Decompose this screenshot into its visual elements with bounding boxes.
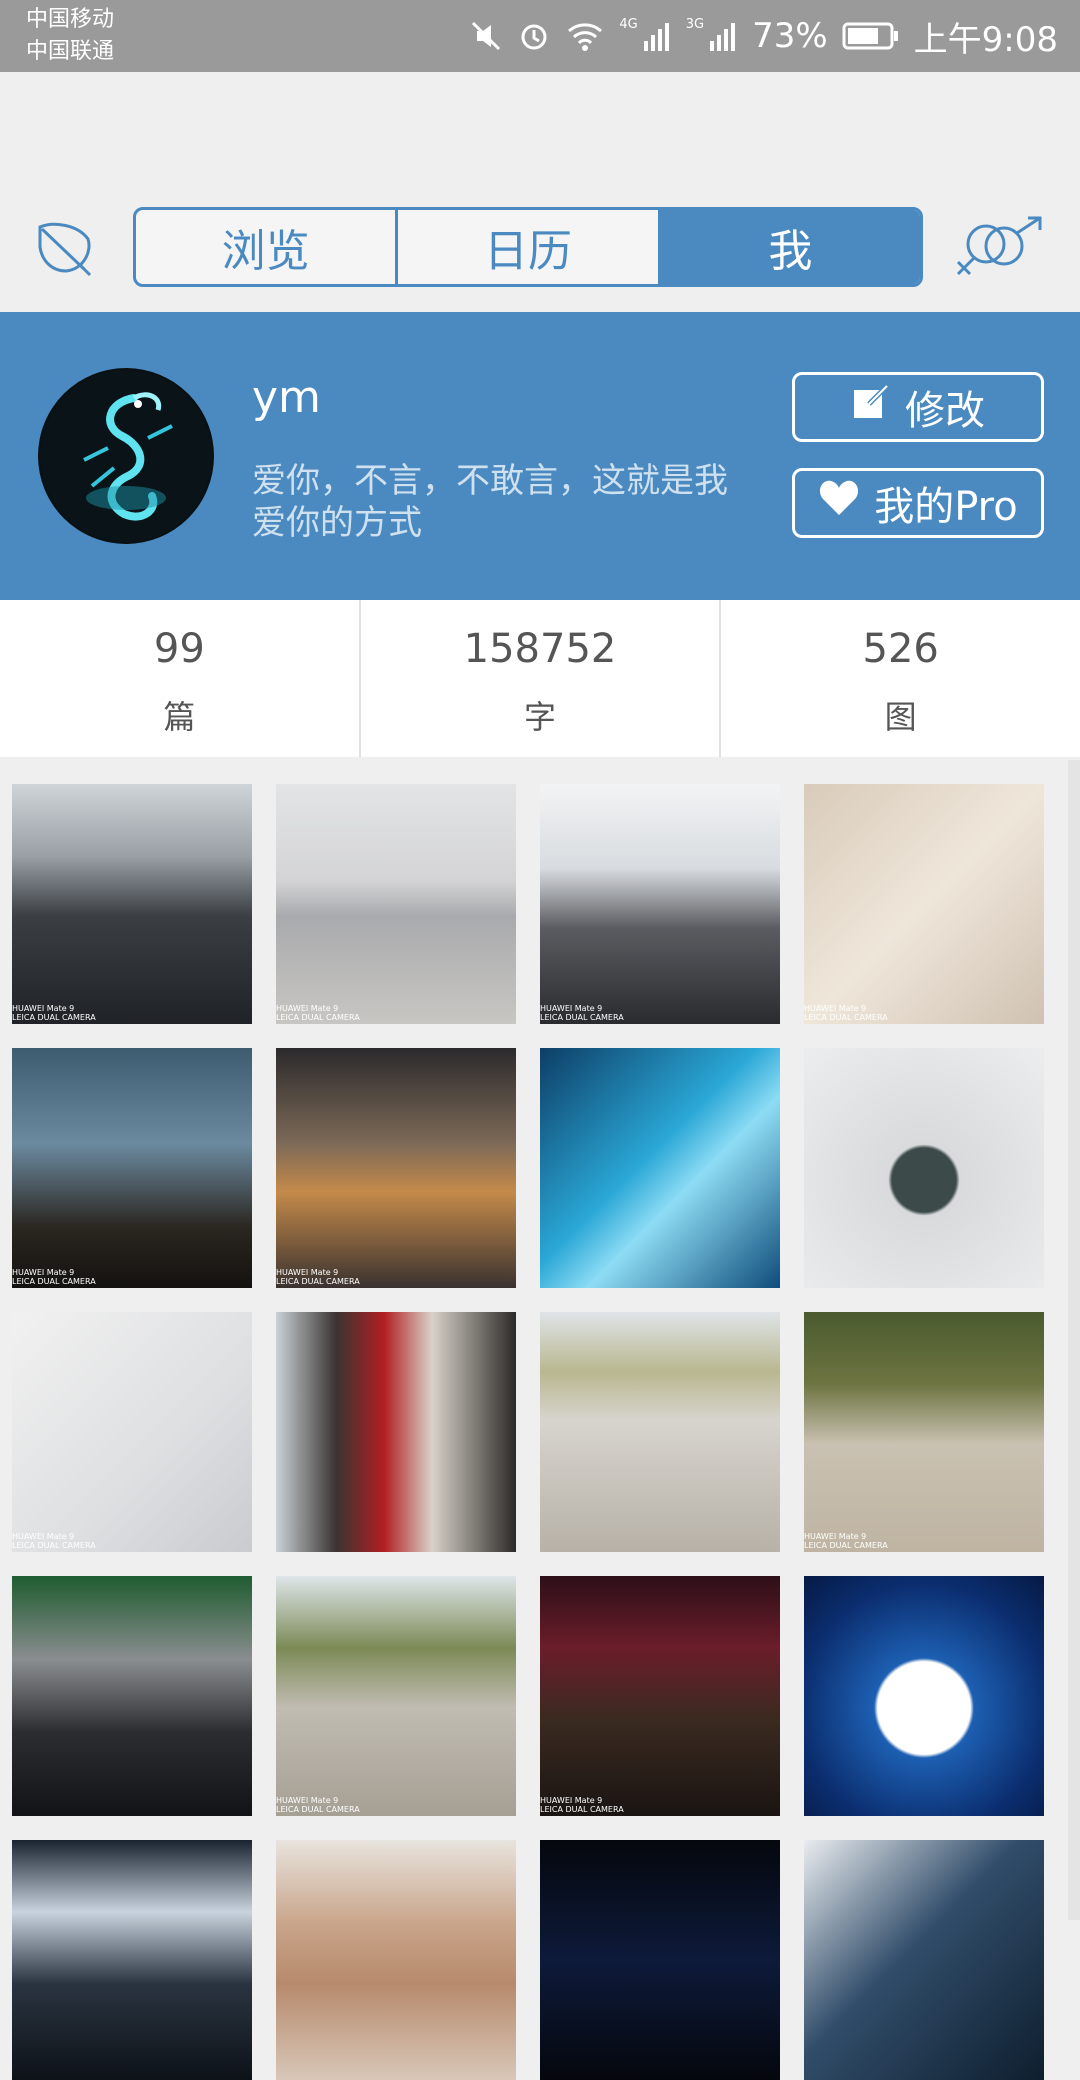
tab-browse[interactable]: 浏览	[136, 210, 399, 284]
photo-caption: HUAWEI Mate 9 LEICA DUAL CAMERA	[276, 1004, 360, 1022]
heart-icon	[818, 479, 860, 527]
photo-thumbnail[interactable]	[276, 1312, 516, 1552]
signal-icon	[642, 19, 672, 53]
photo-thumbnail[interactable]	[804, 1840, 1044, 2080]
user-bio: 爱你，不言，不敢言，这就是我爱你的方式	[252, 461, 728, 543]
photo-caption: HUAWEI Mate 9 LEICA DUAL CAMERA	[540, 1796, 624, 1814]
photo-caption: HUAWEI Mate 9 LEICA DUAL CAMERA	[804, 1532, 888, 1550]
stat-words[interactable]: 158752 字	[361, 600, 722, 757]
edit-label: 修改	[905, 388, 985, 434]
photo-thumbnail[interactable]: HUAWEI Mate 9 LEICA DUAL CAMERA	[276, 1576, 516, 1816]
photo-thumbnail[interactable]: HUAWEI Mate 9 LEICA DUAL CAMERA	[12, 1048, 252, 1288]
photo-thumbnail[interactable]: HUAWEI Mate 9 LEICA DUAL CAMERA	[540, 1576, 780, 1816]
clock: 上午9:08	[913, 19, 1058, 60]
stat-posts[interactable]: 99 篇	[0, 600, 361, 757]
status-bar: 中国移动 中国联通 4G 3G 73% 上午9:08	[0, 0, 1080, 72]
carrier-2: 中国联通	[26, 39, 115, 64]
photo-thumbnail[interactable]	[276, 1840, 516, 2080]
stat-label: 字	[524, 698, 557, 736]
photo-caption: HUAWEI Mate 9 LEICA DUAL CAMERA	[12, 1004, 96, 1022]
network-type-1: 4G	[619, 16, 638, 32]
battery-icon	[842, 21, 900, 51]
photo-caption: HUAWEI Mate 9 LEICA DUAL CAMERA	[276, 1268, 360, 1286]
alarm-icon	[517, 19, 551, 53]
status-icons: 4G 3G 73% 上午9:08	[469, 0, 1058, 72]
gender-icon[interactable]	[952, 214, 1048, 284]
photo-caption: HUAWEI Mate 9 LEICA DUAL CAMERA	[12, 1268, 96, 1286]
stat-value: 158752	[463, 626, 617, 672]
photo-thumbnail[interactable]: HUAWEI Mate 9 LEICA DUAL CAMERA	[12, 1312, 252, 1552]
stat-value: 526	[862, 626, 939, 672]
stat-label: 篇	[163, 698, 196, 736]
photo-caption: HUAWEI Mate 9 LEICA DUAL CAMERA	[804, 1004, 888, 1022]
photo-thumbnail[interactable]	[12, 1576, 252, 1816]
photo-thumbnail[interactable]: HUAWEI Mate 9 LEICA DUAL CAMERA	[540, 784, 780, 1024]
my-pro-button[interactable]: 我的Pro	[792, 468, 1044, 538]
stat-label: 图	[884, 698, 917, 736]
photo-thumbnail[interactable]	[804, 1576, 1044, 1816]
top-navigation: 浏览 日历 我	[0, 72, 1080, 312]
edit-profile-button[interactable]: 修改	[792, 372, 1044, 442]
leaf-icon[interactable]	[34, 217, 96, 281]
pro-label: 我的Pro	[874, 484, 1018, 530]
photo-caption: HUAWEI Mate 9 LEICA DUAL CAMERA	[540, 1004, 624, 1022]
wifi-icon	[565, 19, 605, 53]
stat-value: 99	[153, 626, 205, 672]
photo-thumbnail[interactable]: HUAWEI Mate 9 LEICA DUAL CAMERA	[276, 784, 516, 1024]
photo-thumbnail[interactable]	[12, 1840, 252, 2080]
mute-icon	[469, 19, 503, 53]
edit-icon	[851, 382, 891, 432]
photo-thumbnail[interactable]	[804, 1048, 1044, 1288]
photo-thumbnail[interactable]: HUAWEI Mate 9 LEICA DUAL CAMERA	[12, 784, 252, 1024]
photo-thumbnail[interactable]: HUAWEI Mate 9 LEICA DUAL CAMERA	[804, 784, 1044, 1024]
photo-thumbnail[interactable]: HUAWEI Mate 9 LEICA DUAL CAMERA	[276, 1048, 516, 1288]
tab-me[interactable]: 我	[660, 210, 920, 284]
view-switcher: 浏览 日历 我	[133, 207, 923, 287]
photo-caption: HUAWEI Mate 9 LEICA DUAL CAMERA	[12, 1532, 96, 1550]
avatar[interactable]	[38, 368, 214, 544]
username: ym	[252, 372, 321, 423]
stat-images[interactable]: 526 图	[721, 600, 1080, 757]
stats-bar: 99 篇 158752 字 526 图	[0, 600, 1080, 757]
photo-thumbnail[interactable]	[540, 1312, 780, 1552]
signal-icon-2	[708, 19, 738, 53]
tab-calendar[interactable]: 日历	[398, 210, 661, 284]
battery-percent: 73%	[752, 16, 828, 56]
photo-thumbnail[interactable]	[540, 1840, 780, 2080]
network-type-2: 3G	[685, 16, 705, 32]
carrier-1: 中国移动	[26, 7, 115, 32]
photo-thumbnail[interactable]	[540, 1048, 780, 1288]
profile-header: ym 爱你，不言，不敢言，这就是我爱你的方式 修改 我的Pro	[0, 312, 1080, 600]
photo-thumbnail[interactable]: HUAWEI Mate 9 LEICA DUAL CAMERA	[804, 1312, 1044, 1552]
photo-caption: HUAWEI Mate 9 LEICA DUAL CAMERA	[276, 1796, 360, 1814]
scrollbar[interactable]	[1068, 760, 1080, 1920]
